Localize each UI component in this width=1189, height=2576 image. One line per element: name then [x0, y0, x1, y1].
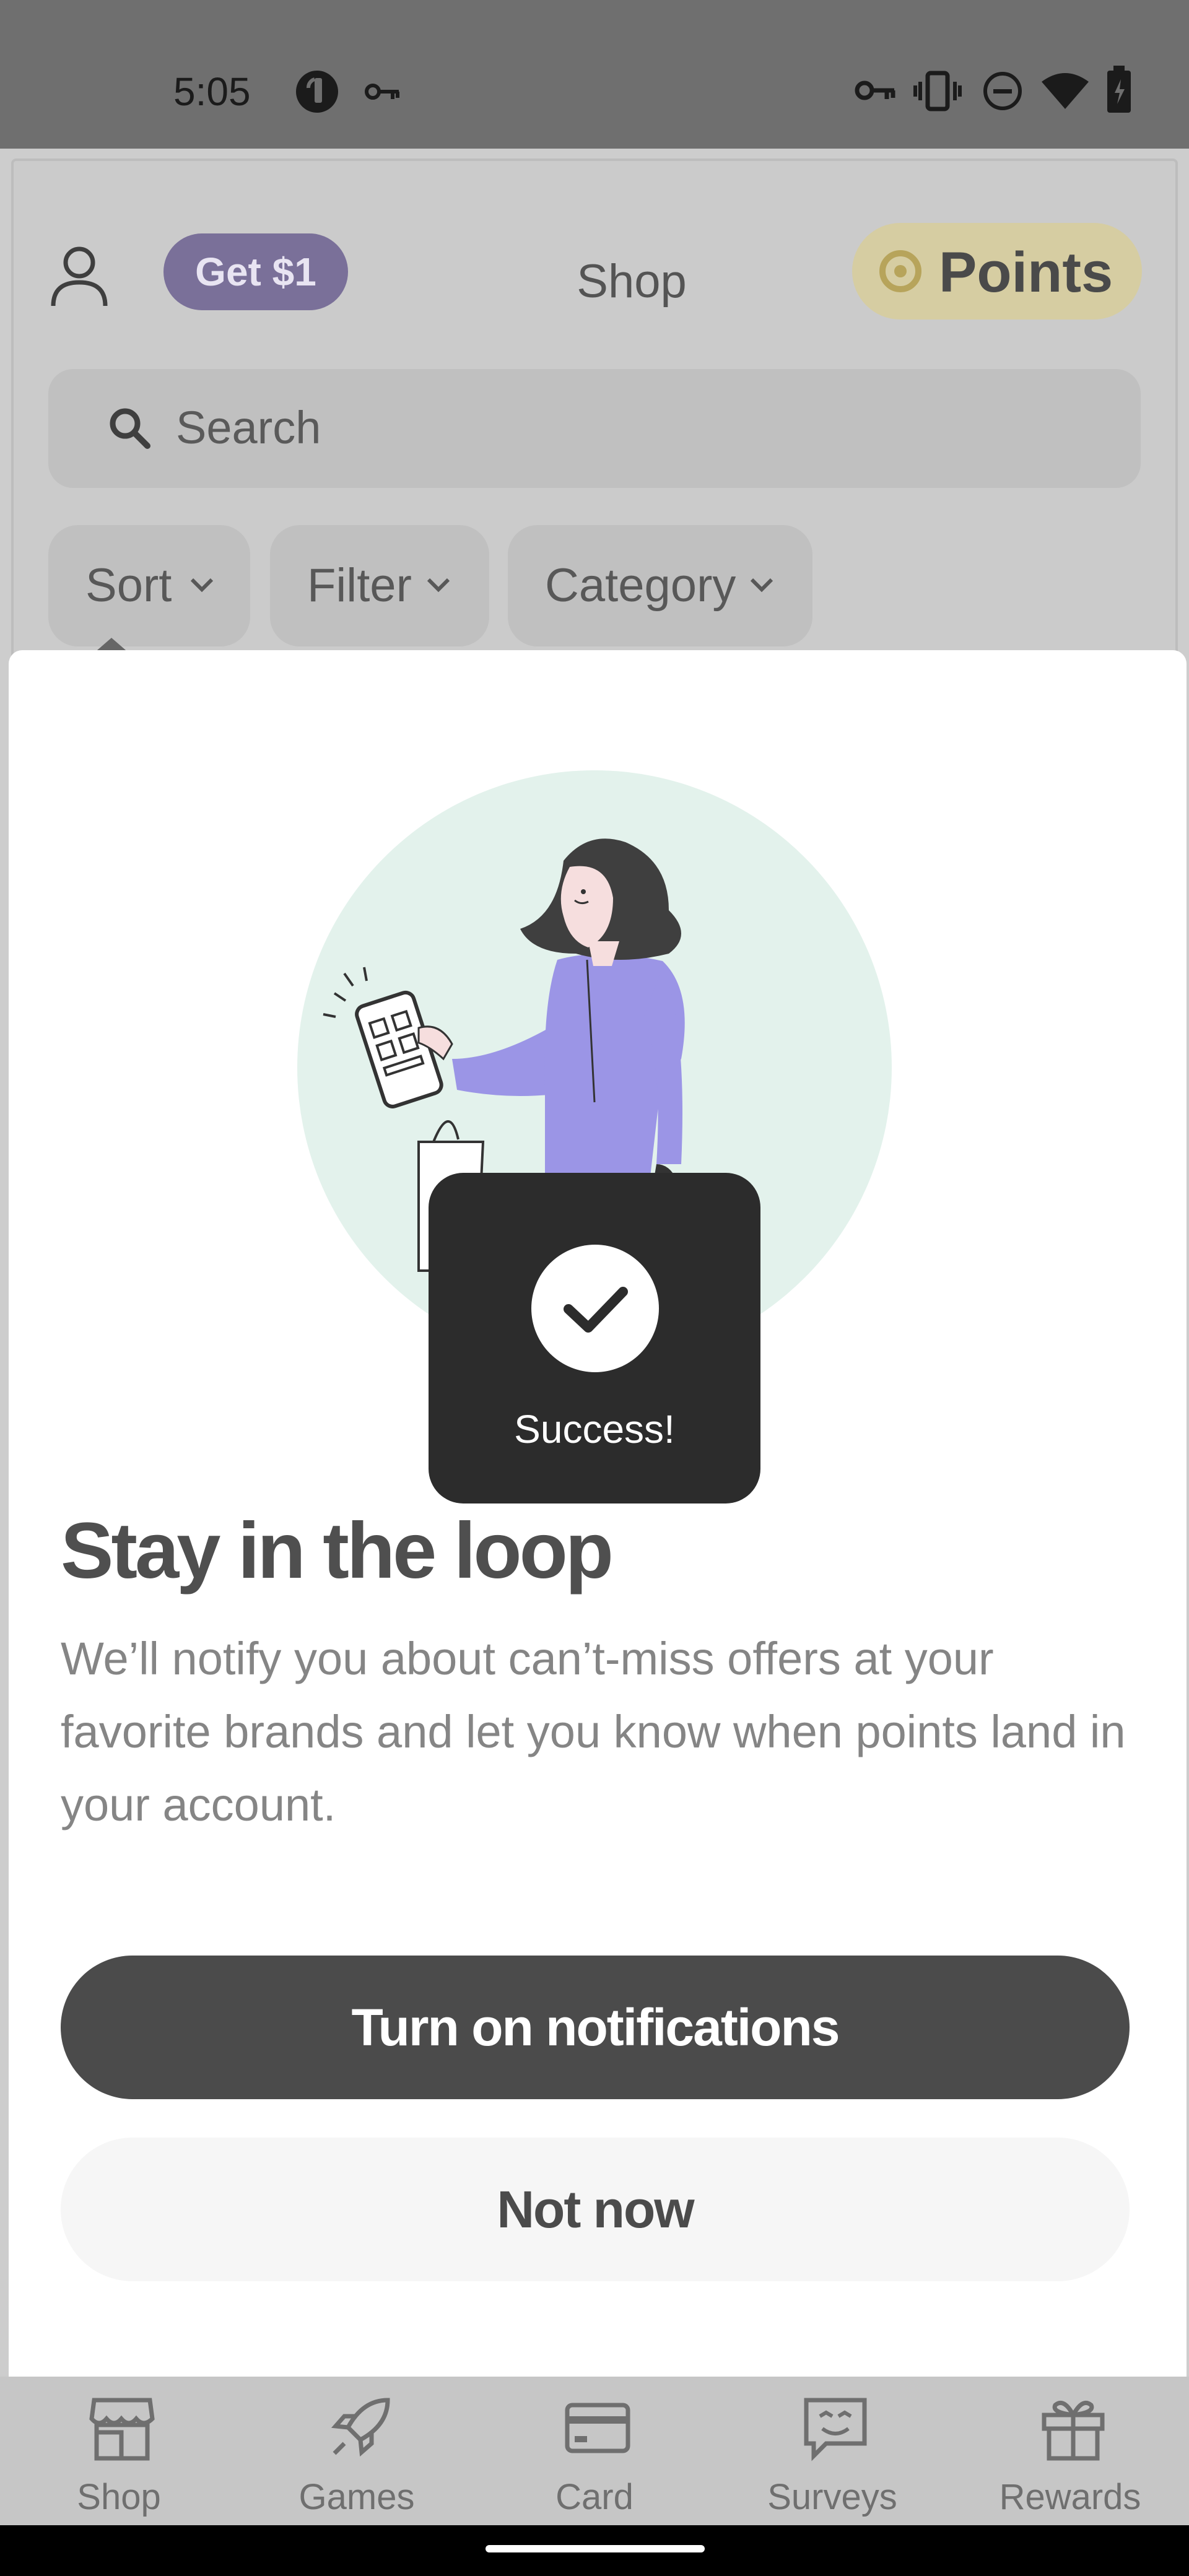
nav-item-surveys[interactable]: Surveys [713, 2377, 951, 2525]
points-button[interactable]: Points [852, 223, 1142, 320]
category-chip[interactable]: Category [508, 525, 812, 646]
key-icon [365, 84, 399, 100]
chevron-down-icon [190, 578, 214, 593]
sheet-body: We’ll notify you about can’t-miss offers… [61, 1633, 1126, 1830]
nav-label-rewards: Rewards [999, 2477, 1141, 2517]
nav-label-card: Card [555, 2477, 634, 2517]
nav-item-shop[interactable]: Shop [0, 2377, 238, 2525]
sort-chip-label: Sort [85, 559, 172, 612]
survey-chat-icon [804, 2398, 867, 2461]
sheet-title: Stay in the loop [61, 1507, 614, 1595]
person-icon[interactable] [50, 242, 109, 310]
nav-item-card[interactable]: Card [476, 2377, 713, 2525]
status-time: 5:05 [173, 69, 251, 114]
turn-on-notifications-button[interactable]: Turn on notifications [61, 1956, 1130, 2099]
sort-chip[interactable]: Sort [48, 525, 250, 646]
search-icon [110, 408, 150, 449]
search-input[interactable]: Search [48, 369, 1141, 488]
points-label: Points [939, 241, 1113, 304]
status-bar: 5:05 [0, 0, 1189, 149]
get-dollar-badge[interactable]: Get $1 [163, 233, 348, 310]
chevron-down-icon [750, 578, 773, 593]
gift-icon [1042, 2401, 1105, 2461]
bottom-nav: Shop Games Card Surveys Rewards [0, 2377, 1189, 2525]
filter-chip[interactable]: Filter [270, 525, 489, 646]
filter-chip-label: Filter [307, 559, 412, 612]
vibrate-icon [913, 71, 962, 111]
rocket-icon [331, 2398, 390, 2457]
nav-item-games[interactable]: Games [238, 2377, 476, 2525]
pocket-cast-icon [296, 71, 338, 113]
gesture-area [0, 2525, 1189, 2576]
nav-label-surveys: Surveys [767, 2477, 897, 2517]
do-not-disturb-icon [983, 72, 1022, 110]
success-toast: Success! [429, 1173, 760, 1503]
category-chip-label: Category [545, 559, 736, 612]
nav-item-rewards[interactable]: Rewards [951, 2377, 1189, 2525]
card-icon [565, 2403, 630, 2453]
coin-icon [879, 250, 921, 292]
store-icon [89, 2398, 155, 2461]
wifi-icon [1042, 73, 1089, 109]
page-title: Shop [577, 255, 687, 308]
battery-icon [1107, 66, 1131, 113]
chevron-down-icon [427, 578, 450, 593]
not-now-button[interactable]: Not now [61, 2138, 1130, 2281]
nav-label-shop: Shop [77, 2477, 161, 2517]
vpn-key-icon [855, 80, 895, 100]
check-icon [531, 1245, 659, 1372]
nav-label-games: Games [298, 2477, 415, 2517]
search-placeholder: Search [176, 402, 321, 453]
toast-text: Success! [514, 1407, 675, 1451]
home-gesture-bar[interactable] [486, 2545, 705, 2552]
